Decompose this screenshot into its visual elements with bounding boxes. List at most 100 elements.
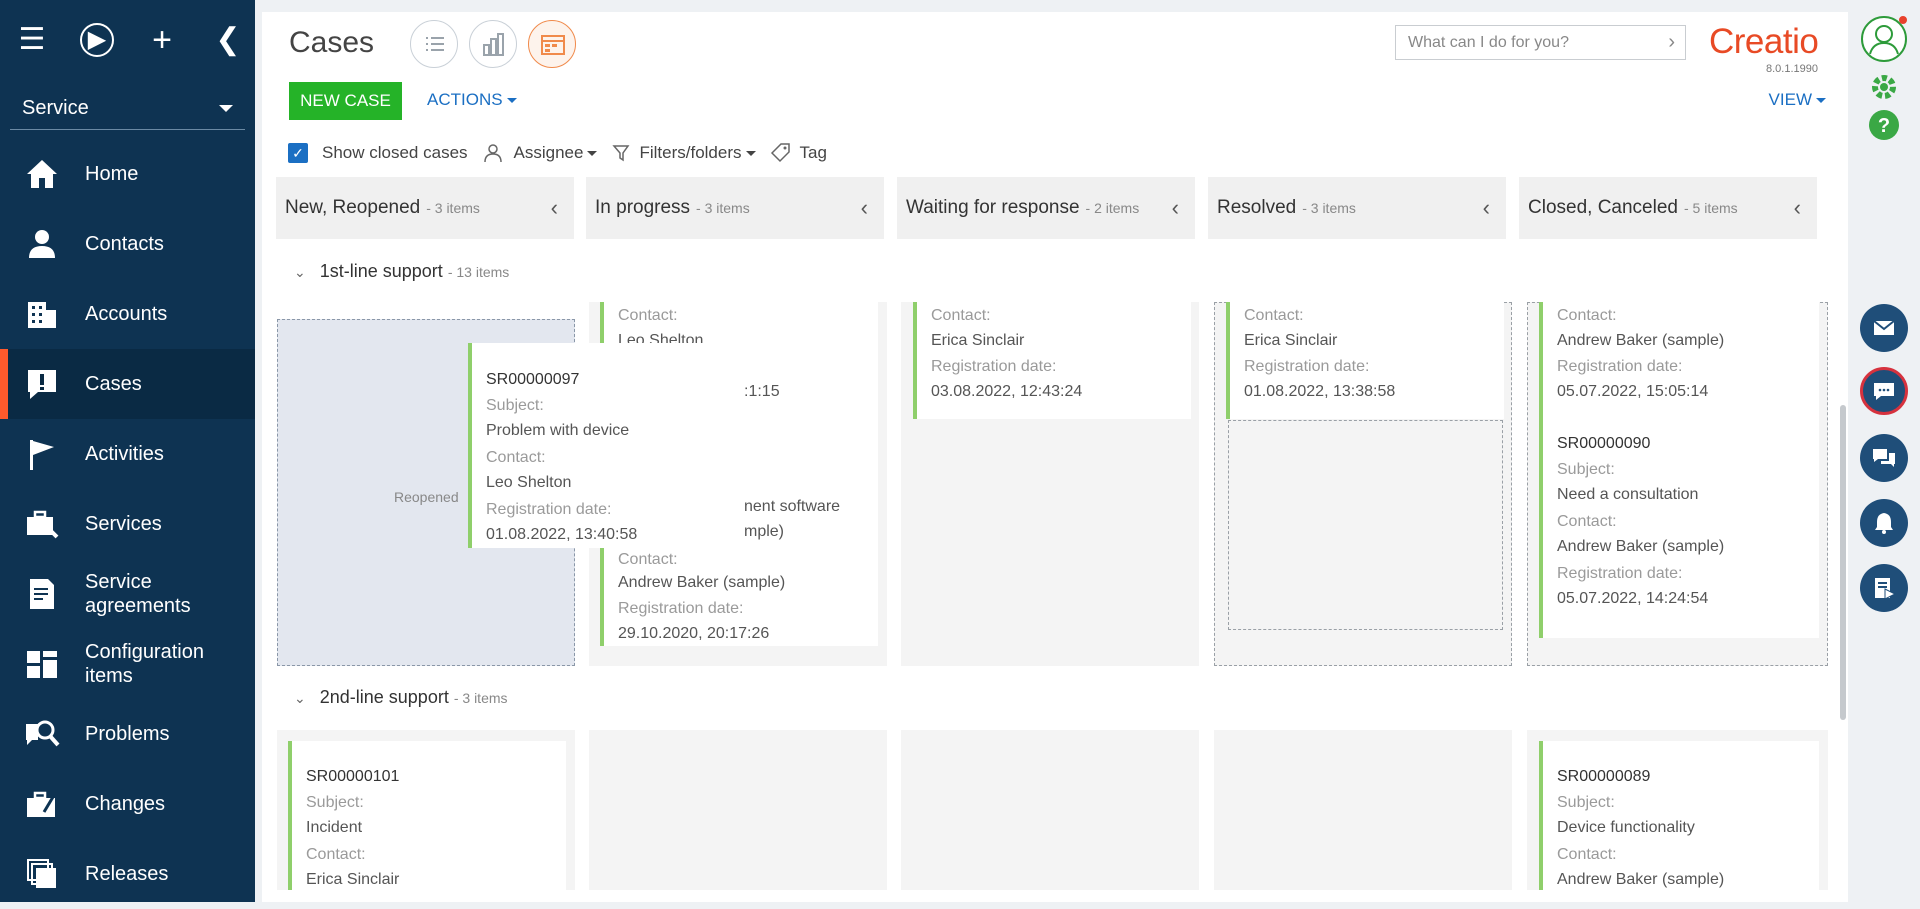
lane-waiting	[901, 730, 1199, 890]
communication-panel: ?	[1848, 0, 1920, 902]
email-button[interactable]	[1860, 304, 1908, 352]
sidebar-item-problems[interactable]: Problems	[0, 699, 255, 769]
actions-menu[interactable]: ACTIONS	[427, 90, 517, 110]
sidebar-item-changes[interactable]: Changes	[0, 769, 255, 839]
filters-folders-menu[interactable]: Filters/folders	[639, 143, 756, 163]
new-case-button[interactable]: NEW CASE	[289, 82, 402, 120]
tag-filter[interactable]: Tag	[800, 143, 827, 163]
blocks-icon	[27, 651, 57, 678]
sidebar-item-label: Home	[85, 163, 139, 185]
profile-avatar-icon[interactable]	[1859, 14, 1909, 64]
case-number[interactable]: SR00000101	[306, 768, 399, 786]
page-title: Cases	[289, 26, 375, 59]
date-label: Registration date:	[1557, 565, 1683, 582]
chevron-left-icon[interactable]: ‹	[1794, 195, 1801, 221]
show-closed-checkbox[interactable]: ✓	[288, 143, 308, 163]
sidebar-item-contacts[interactable]: Contacts	[0, 209, 255, 279]
subject-label: Subject:	[486, 397, 544, 414]
date-label: Registration date:	[1557, 358, 1683, 375]
list-view-button[interactable]	[410, 20, 458, 68]
column-count: - 2 items	[1085, 200, 1140, 216]
sidebar-item-releases[interactable]: Releases	[0, 839, 255, 909]
building-icon	[28, 302, 56, 328]
case-card[interactable]: Contact: Andrew Baker (sample) Registrat…	[1539, 302, 1819, 419]
sidebar: ☰ ▶ + ❮ Service Home Contacts Accounts C…	[0, 0, 255, 902]
subject-value: Problem with device	[486, 422, 630, 439]
group-header[interactable]: ⌄ 2nd-line support - 3 items	[294, 687, 508, 708]
date-value: 05.07.2022, 15:05:14	[1557, 383, 1709, 400]
sidebar-item-label: Accounts	[85, 303, 168, 325]
analytics-view-button[interactable]	[469, 20, 517, 68]
contact-label: Contact:	[306, 846, 366, 863]
drop-placeholder	[1228, 420, 1503, 630]
case-number[interactable]: SR00000097	[486, 371, 579, 389]
search-placeholder: What can I do for you?	[1408, 34, 1569, 51]
chevron-left-icon[interactable]: ‹	[1483, 195, 1490, 221]
case-number[interactable]: SR00000090	[1557, 435, 1650, 453]
magnifier-icon	[26, 720, 60, 747]
chevron-down-icon: ⌄	[294, 264, 306, 280]
assignee-label: Assignee	[513, 143, 584, 162]
sidebar-item-label: Releases	[85, 863, 169, 885]
chevron-left-icon[interactable]: ‹	[1172, 195, 1179, 221]
contact-value: Andrew Baker (sample)	[1557, 332, 1725, 349]
show-closed-label[interactable]: Show closed cases	[322, 143, 468, 163]
menu-icon[interactable]: ☰	[14, 22, 50, 58]
email-icon	[1873, 320, 1895, 335]
sidebar-item-activities[interactable]: Activities	[0, 419, 255, 489]
column-count: - 5 items	[1683, 200, 1738, 216]
kanban-view-button[interactable]	[528, 20, 576, 68]
chat-button[interactable]	[1860, 367, 1908, 415]
case-card[interactable]: SR00000089 Subject: Device functionality…	[1539, 741, 1819, 890]
view-menu[interactable]: VIEW	[1769, 90, 1826, 110]
contact-label: Contact:	[618, 307, 678, 324]
case-card[interactable]: Contact: Erica Sinclair Registration dat…	[913, 302, 1191, 419]
command-search-input[interactable]: What can I do for you? ›	[1395, 25, 1686, 60]
chevron-right-icon[interactable]: ›	[1668, 31, 1675, 54]
sidebar-item-services[interactable]: Services	[0, 489, 255, 559]
group-header[interactable]: ⌄ 1st-line support - 13 items	[294, 261, 509, 282]
chevron-down-icon	[587, 151, 598, 157]
workspace-select[interactable]: Service	[10, 88, 245, 130]
chevron-left-icon[interactable]: ‹	[861, 195, 868, 221]
sidebar-item-service-agreements[interactable]: Service agreements	[0, 559, 255, 629]
lane-resolved	[1214, 730, 1512, 890]
processes-button[interactable]	[1860, 564, 1908, 612]
chevron-down-icon	[1816, 98, 1826, 104]
group-title: 2nd-line support	[319, 687, 449, 707]
chat-icon	[1874, 383, 1894, 400]
case-number[interactable]: SR00000089	[1557, 768, 1650, 786]
assignee-filter[interactable]: Assignee	[514, 143, 598, 163]
case-card[interactable]: Contact: Erica Sinclair Registration dat…	[1226, 302, 1504, 419]
help-icon[interactable]: ?	[1868, 109, 1900, 141]
scrollbar[interactable]	[1840, 405, 1846, 720]
briefcase-edit-icon	[27, 791, 58, 817]
sidebar-item-accounts[interactable]: Accounts	[0, 279, 255, 349]
sidebar-item-label: Changes	[85, 793, 166, 815]
sidebar-item-cases[interactable]: Cases	[0, 349, 255, 419]
column-title: Resolved	[1217, 197, 1297, 218]
sidebar-item-configuration-items[interactable]: Configuration items	[0, 629, 255, 699]
sidebar-item-label: Service agreements	[85, 571, 191, 617]
column-title: Closed, Canceled	[1528, 197, 1678, 218]
plus-icon[interactable]: +	[144, 22, 180, 58]
feed-button[interactable]	[1860, 434, 1908, 482]
chevron-left-icon[interactable]: ‹	[551, 195, 558, 221]
collapse-icon[interactable]: ❮	[210, 22, 246, 58]
gear-icon[interactable]	[1868, 71, 1900, 103]
group-count: - 3 items	[453, 690, 508, 706]
list-icon	[426, 37, 444, 51]
column-title: In progress	[595, 197, 691, 218]
group-count: - 13 items	[447, 264, 510, 280]
dragged-case-card[interactable]: SR00000097 Subject: Problem with device …	[468, 343, 744, 548]
column-header: New, Reopened - 3 items ‹	[276, 177, 574, 239]
play-icon[interactable]: ▶	[80, 23, 114, 57]
notifications-button[interactable]	[1860, 499, 1908, 547]
contact-value: Erica Sinclair	[306, 871, 400, 888]
sidebar-item-label: Cases	[85, 373, 142, 395]
sidebar-item-home[interactable]: Home	[0, 139, 255, 209]
case-card[interactable]: SR00000101 Subject: Incident Contact: Er…	[288, 741, 566, 890]
column-count: - 3 items	[1302, 200, 1356, 216]
subject-fragment: nent software	[744, 498, 841, 515]
case-card[interactable]: SR00000090 Subject: Need a consultation …	[1539, 419, 1819, 638]
